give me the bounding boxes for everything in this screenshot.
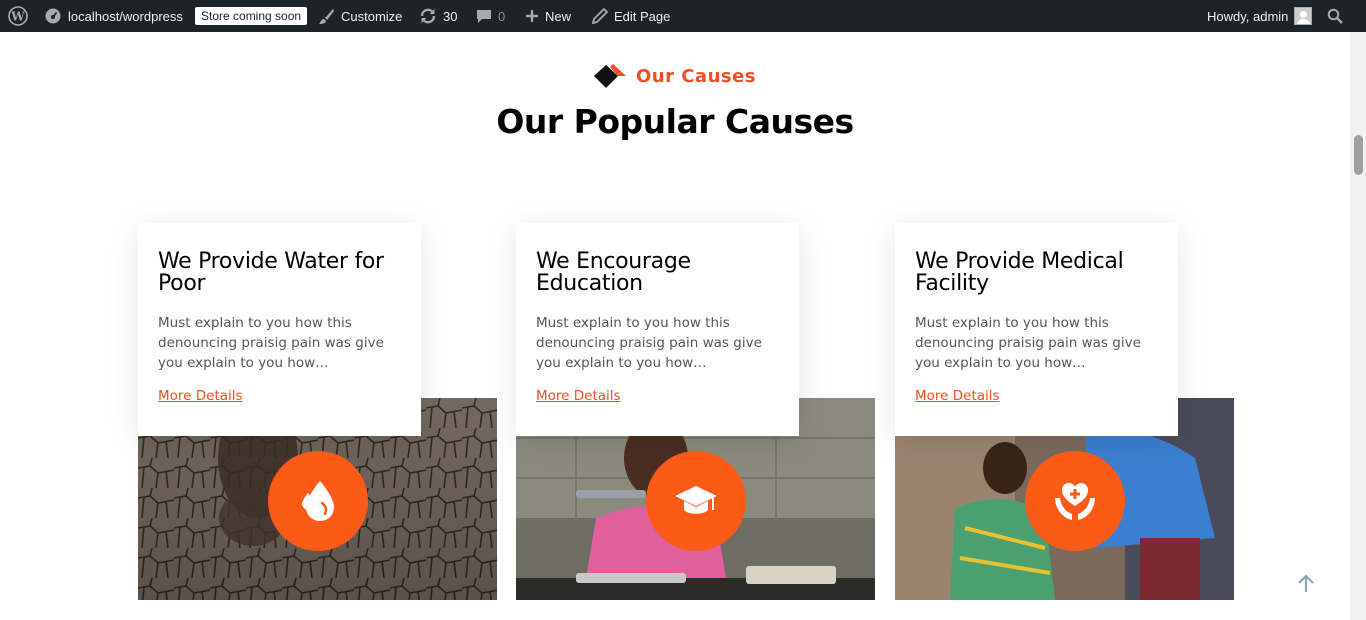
cause-excerpt: Must explain to you how this denouncing … <box>158 315 384 371</box>
pencil-icon <box>592 8 608 24</box>
cause-card: We Provide Medical Facility Must explain… <box>895 223 1254 600</box>
graduation-cap-icon <box>675 486 717 514</box>
more-details-link[interactable]: More Details <box>915 388 1000 404</box>
cause-title: We Provide Medical Facility <box>915 249 1124 296</box>
paintbrush-icon <box>319 8 334 24</box>
edit-page-label: Edit Page <box>614 8 671 24</box>
avatar <box>1294 7 1313 25</box>
search-icon <box>1327 8 1343 24</box>
wordpress-logo-icon[interactable]: W <box>8 0 28 32</box>
page-scrollbar[interactable] <box>1350 32 1366 620</box>
svg-text:W: W <box>10 10 25 24</box>
admin-bar: W localhost/wordpress Store coming soon … <box>0 0 1366 32</box>
section-title: Our Popular Causes <box>496 102 854 141</box>
scrollbar-thumb[interactable] <box>1354 135 1363 175</box>
new-label: New <box>545 8 572 24</box>
more-details-link[interactable]: More Details <box>536 388 621 404</box>
site-name-link[interactable]: localhost/wordpress <box>44 0 183 32</box>
customize-label: Customize <box>341 8 403 24</box>
cause-text-box: We Provide Medical Facility Must explain… <box>895 223 1178 436</box>
comments-count: 0 <box>498 8 506 24</box>
cause-text-box: We Provide Water for Poor Must explain t… <box>138 223 421 436</box>
arrow-up-icon <box>1298 574 1314 592</box>
store-coming-soon-badge[interactable]: Store coming soon <box>195 0 308 32</box>
cause-icon-badge <box>1025 451 1125 551</box>
cause-excerpt: Must explain to you how this denouncing … <box>536 315 762 371</box>
cause-title: We Encourage Education <box>536 249 691 296</box>
tag-diamond-icon <box>593 64 626 88</box>
my-account-link[interactable]: Howdy, admin <box>1207 0 1313 32</box>
updates-refresh-icon <box>420 8 436 24</box>
howdy-label: Howdy, admin <box>1207 8 1289 24</box>
updates-link[interactable]: 30 <box>419 0 457 32</box>
dashboard-gauge-icon <box>45 8 61 24</box>
section-subtitle: Our Causes <box>0 62 1350 90</box>
back-to-top-button[interactable] <box>1296 574 1316 598</box>
site-name: localhost/wordpress <box>68 8 183 24</box>
comments-link[interactable]: 0 <box>476 0 505 32</box>
cause-card: We Provide Water for Poor Must explain t… <box>138 223 497 600</box>
cause-icon-badge <box>268 451 368 551</box>
customize-link[interactable]: Customize <box>318 0 402 32</box>
cause-icon-badge <box>646 451 746 551</box>
edit-page-link[interactable]: Edit Page <box>592 0 670 32</box>
updates-count: 30 <box>443 8 458 24</box>
water-drop-icon <box>302 481 334 521</box>
comment-bubble-icon <box>477 10 491 23</box>
hands-heart-icon <box>1055 483 1095 520</box>
new-content-link[interactable]: New <box>525 0 571 32</box>
cause-text-box: We Encourage Education Must explain to y… <box>516 223 799 436</box>
section-label: Our Causes <box>635 65 757 87</box>
plus-icon <box>526 10 538 22</box>
cause-card: We Encourage Education Must explain to y… <box>516 223 875 600</box>
cause-excerpt: Must explain to you how this denouncing … <box>915 315 1141 371</box>
search-button[interactable] <box>1327 0 1343 32</box>
cause-title: We Provide Water for Poor <box>158 249 384 296</box>
more-details-link[interactable]: More Details <box>158 388 243 404</box>
